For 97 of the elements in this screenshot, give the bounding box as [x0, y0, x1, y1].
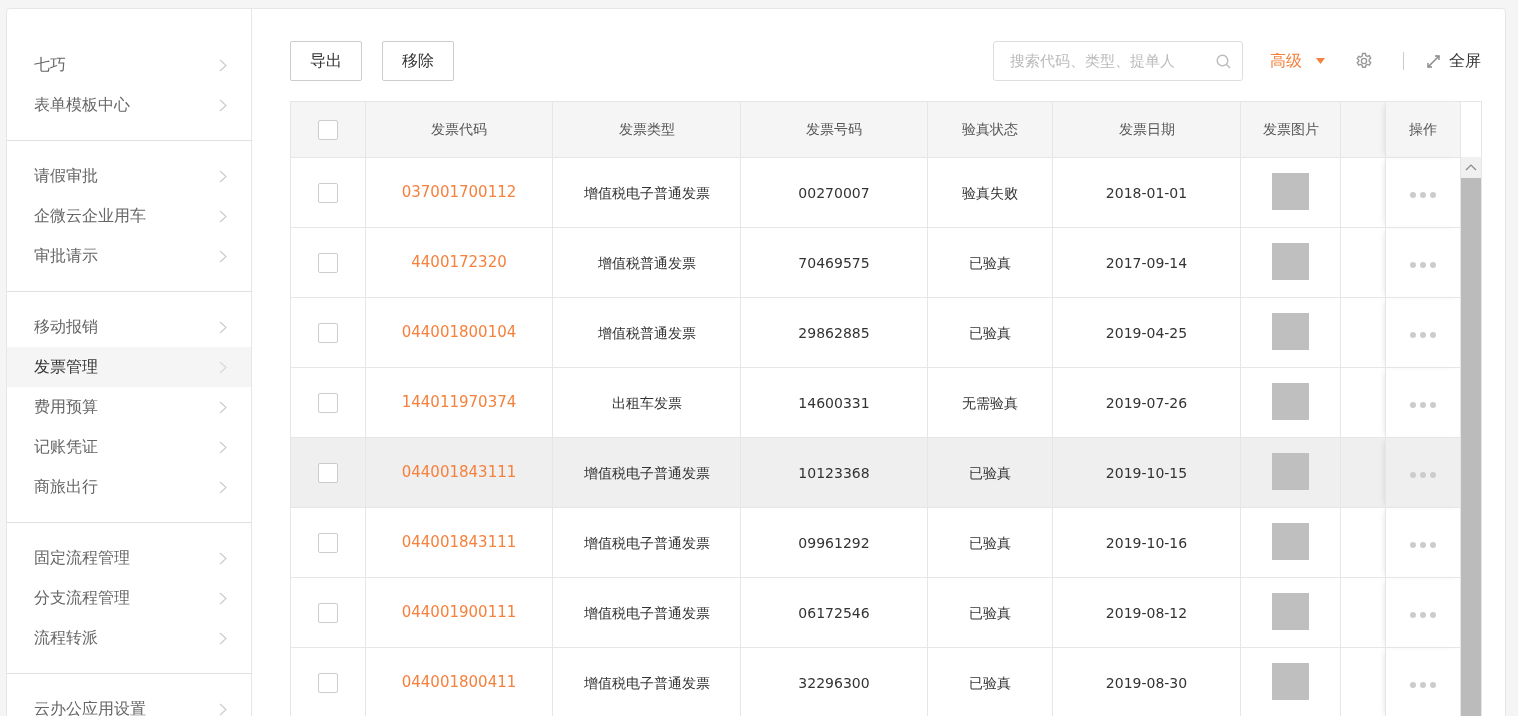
table-cell: 00270007	[740, 157, 928, 228]
sidebar-item[interactable]: 固定流程管理	[7, 538, 251, 578]
sidebar-item[interactable]: 移动报销	[7, 307, 251, 347]
table-cell: 验真失败	[927, 157, 1053, 228]
chevron-icon	[219, 209, 227, 223]
table-cell: 增值税电子普通发票	[552, 157, 741, 228]
chevron-icon	[219, 169, 227, 183]
sidebar-item[interactable]: 审批请示	[7, 236, 251, 276]
table-cell: 增值税普通发票	[552, 227, 741, 298]
table-cell: 2019-10-16	[1052, 507, 1241, 578]
checkbox[interactable]	[318, 252, 338, 273]
toolbar-button[interactable]: 导出	[290, 41, 362, 81]
chevron-icon	[219, 702, 227, 716]
table-cell: 2017-09-14	[1052, 227, 1241, 298]
expand-icon	[1426, 53, 1441, 69]
column-header: 发票号码	[740, 101, 928, 158]
more-icon[interactable]	[1410, 261, 1436, 268]
fullscreen-button[interactable]: 全屏	[1426, 49, 1481, 73]
chevron-icon	[219, 631, 227, 645]
checkbox[interactable]	[318, 532, 338, 553]
checkbox[interactable]	[318, 462, 338, 483]
settings-icon[interactable]	[1355, 52, 1373, 70]
more-icon[interactable]	[1410, 541, 1436, 548]
checkbox[interactable]	[318, 672, 338, 693]
caret-icon	[1316, 58, 1325, 64]
column-header: 发票日期	[1052, 101, 1241, 158]
column-header: 验真状态	[927, 101, 1053, 158]
table-cell: 70469575	[740, 227, 928, 298]
table-cell: 增值税普通发票	[552, 297, 741, 368]
photo-placeholder[interactable]	[1272, 243, 1309, 280]
table-cell: 2019-07-26	[1052, 367, 1241, 438]
table-cell: 2018-01-01	[1052, 157, 1241, 228]
column-header: 发票代码	[365, 101, 553, 158]
checkbox[interactable]	[318, 392, 338, 413]
sidebar-item[interactable]: 商旅出行	[7, 467, 251, 507]
table-cell: 已验真	[927, 507, 1053, 578]
checkbox[interactable]	[318, 602, 338, 623]
sidebar-item[interactable]: 表单模板中心	[7, 85, 251, 125]
sidebar-item[interactable]: 发票管理	[7, 347, 251, 387]
checkbox[interactable]	[318, 120, 338, 140]
checkbox[interactable]	[318, 322, 338, 343]
column-header: 发票图片	[1240, 101, 1341, 158]
table-cell: 增值税电子普通发票	[552, 507, 741, 578]
table-cell: 已验真	[927, 297, 1053, 368]
scrollbar[interactable]	[1461, 101, 1482, 716]
toolbar-button[interactable]: 移除	[382, 41, 454, 81]
sidebar-item[interactable]: 记账凭证	[7, 427, 251, 467]
chevron-icon	[219, 320, 227, 334]
table-cell: 已验真	[927, 227, 1053, 298]
sidebar-item[interactable]: 企微云企业用车	[7, 196, 251, 236]
chevron-icon	[219, 551, 227, 565]
photo-placeholder[interactable]	[1272, 173, 1309, 210]
table-cell: 2019-04-25	[1052, 297, 1241, 368]
table-cell: 2019-10-15	[1052, 437, 1241, 508]
column-header: 操作	[1385, 101, 1461, 158]
table-cell: 14600331	[740, 367, 928, 438]
chevron-icon	[219, 440, 227, 454]
more-icon[interactable]	[1410, 191, 1436, 198]
photo-placeholder[interactable]	[1272, 453, 1309, 490]
chevron-icon	[219, 249, 227, 263]
photo-placeholder[interactable]	[1272, 313, 1309, 350]
search-icon[interactable]	[1216, 54, 1231, 69]
table-cell: 增值税电子普通发票	[552, 437, 741, 508]
more-icon[interactable]	[1410, 681, 1436, 688]
table-cell: 29862885	[740, 297, 928, 368]
chevron-icon	[219, 400, 227, 414]
search-field[interactable]: 搜索代码、类型、提单人	[993, 41, 1243, 81]
more-icon[interactable]	[1410, 471, 1436, 478]
table-cell: 无需验真	[927, 367, 1053, 438]
photo-placeholder[interactable]	[1272, 383, 1309, 420]
table-cell: 06172546	[740, 577, 928, 648]
more-icon[interactable]	[1410, 611, 1436, 618]
sidebar-item[interactable]: 分支流程管理	[7, 578, 251, 618]
table-cell: 增值税电子普通发票	[552, 577, 741, 648]
sidebar-item[interactable]: 流程转派	[7, 618, 251, 658]
chevron-icon	[219, 58, 227, 72]
chevron-icon	[219, 591, 227, 605]
table-cell: 09961292	[740, 507, 928, 578]
more-icon[interactable]	[1410, 331, 1436, 338]
sidebar-item[interactable]: 费用预算	[7, 387, 251, 427]
photo-placeholder[interactable]	[1272, 523, 1309, 560]
sidebar-item[interactable]: 七巧	[7, 45, 251, 85]
chevron-icon	[219, 98, 227, 112]
sidebar-item[interactable]: 请假审批	[7, 156, 251, 196]
chevron-icon	[219, 480, 227, 494]
table-cell: 已验真	[927, 577, 1053, 648]
table-cell: 2019-08-12	[1052, 577, 1241, 648]
chevron-icon	[219, 360, 227, 374]
column-header: 发票类型	[552, 101, 741, 158]
table-cell: 10123368	[740, 437, 928, 508]
photo-placeholder[interactable]	[1272, 663, 1309, 700]
checkbox[interactable]	[318, 182, 338, 203]
sidebar-item[interactable]: 云办公应用设置	[7, 689, 251, 716]
table-cell: 出租车发票	[552, 367, 741, 438]
table-cell: 已验真	[927, 437, 1053, 508]
photo-placeholder[interactable]	[1272, 593, 1309, 630]
more-icon[interactable]	[1410, 401, 1436, 408]
